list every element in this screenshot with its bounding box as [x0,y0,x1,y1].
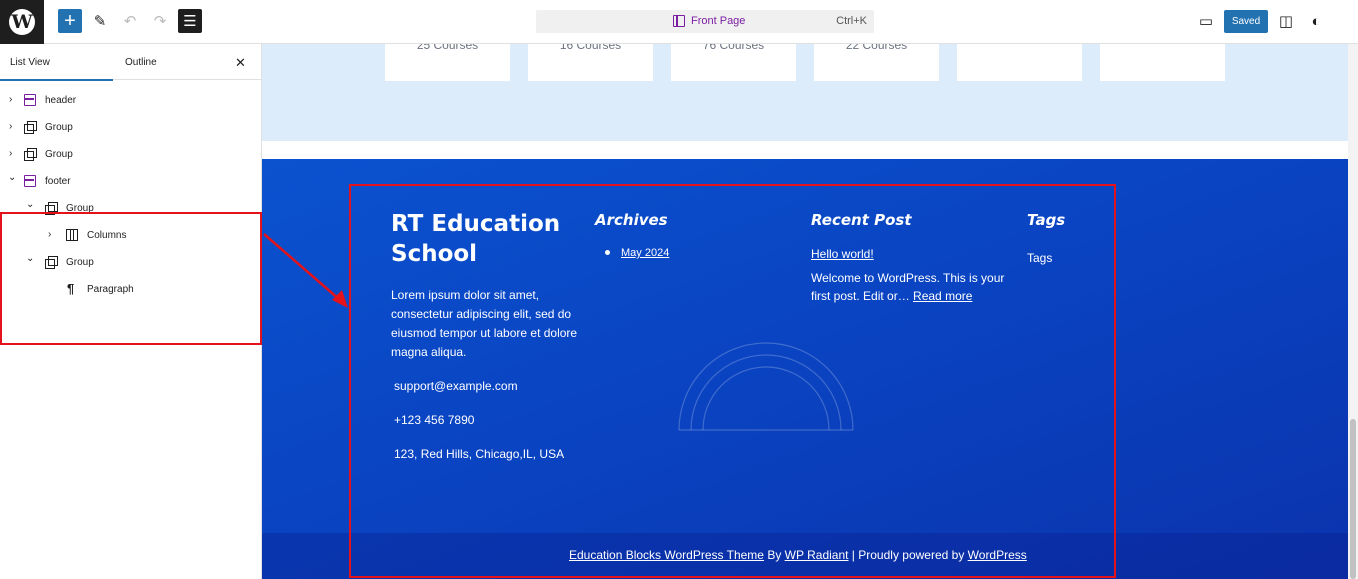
list-item-label: Group [45,122,73,133]
list-item-group[interactable]: › Group [0,141,262,168]
undo-icon[interactable]: ↶ [118,9,142,33]
chevron-down-icon[interactable]: ⌄ [26,199,34,210]
chevron-down-icon[interactable]: ⌄ [8,172,16,183]
editor-toolbar: W + ✎ ↶ ↷ ☰ Front Page Ctrl+K ▭ Saved ◫ … [0,0,1358,44]
styles-icon[interactable]: ◐ [1304,9,1328,33]
list-item-label: footer [45,176,71,187]
template-part-icon [24,175,36,187]
course-card[interactable] [957,44,1082,81]
list-item-group[interactable]: › Group [0,114,262,141]
list-item-footer[interactable]: ⌄ footer [0,168,262,195]
chevron-right-icon[interactable]: › [9,121,12,132]
group-icon [24,121,37,134]
list-item-label: Group [45,149,73,160]
wordpress-logo-button[interactable]: W [0,0,44,44]
tools-pen-icon[interactable]: ✎ [88,9,112,33]
document-overview-button[interactable]: ☰ [178,9,202,33]
command-palette-bar[interactable]: Front Page Ctrl+K [536,10,874,33]
wordpress-logo-icon: W [9,9,35,35]
course-card[interactable]: 76 Courses [671,44,796,81]
page-template-icon [673,14,685,27]
shortcut-hint: Ctrl+K [836,15,867,27]
template-part-icon [24,94,36,106]
course-card[interactable]: 25 Courses [385,44,510,81]
editor-canvas: 25 Courses 16 Courses 76 Courses 22 Cour… [262,44,1358,579]
tab-list-view[interactable]: List View [0,44,113,81]
redo-icon[interactable]: ↷ [148,9,172,33]
course-count: 22 Courses [845,44,908,52]
highlight-box-sidebar [0,212,262,345]
highlight-box-footer [349,184,1116,578]
course-count: 16 Courses [559,44,622,52]
course-card[interactable]: 16 Courses [528,44,653,81]
course-count: 25 Courses [416,44,479,52]
settings-sidebar-icon[interactable]: ◫ [1274,9,1298,33]
document-title: Front Page [691,15,746,27]
chevron-right-icon[interactable]: › [9,148,12,159]
close-icon[interactable]: ✕ [235,55,246,71]
add-block-button[interactable]: + [58,9,82,33]
list-item-header[interactable]: › header [0,87,262,114]
device-preview-icon[interactable]: ▭ [1194,9,1218,33]
group-icon [24,148,37,161]
canvas-scrollbar[interactable] [1348,44,1358,579]
list-view-sidebar: List View Outline ✕ › header › Group › G… [0,44,262,579]
chevron-right-icon[interactable]: › [9,94,12,105]
courses-section: 25 Courses 16 Courses 76 Courses 22 Cour… [262,44,1348,141]
saved-button[interactable]: Saved [1224,10,1268,33]
list-item-label: header [45,95,77,106]
course-count: 76 Courses [702,44,765,52]
course-card[interactable]: 22 Courses [814,44,939,81]
scrollbar-thumb[interactable] [1350,419,1356,579]
sidebar-tabs: List View Outline ✕ [0,44,261,81]
course-card[interactable] [1100,44,1225,81]
tab-outline[interactable]: Outline [125,44,157,80]
